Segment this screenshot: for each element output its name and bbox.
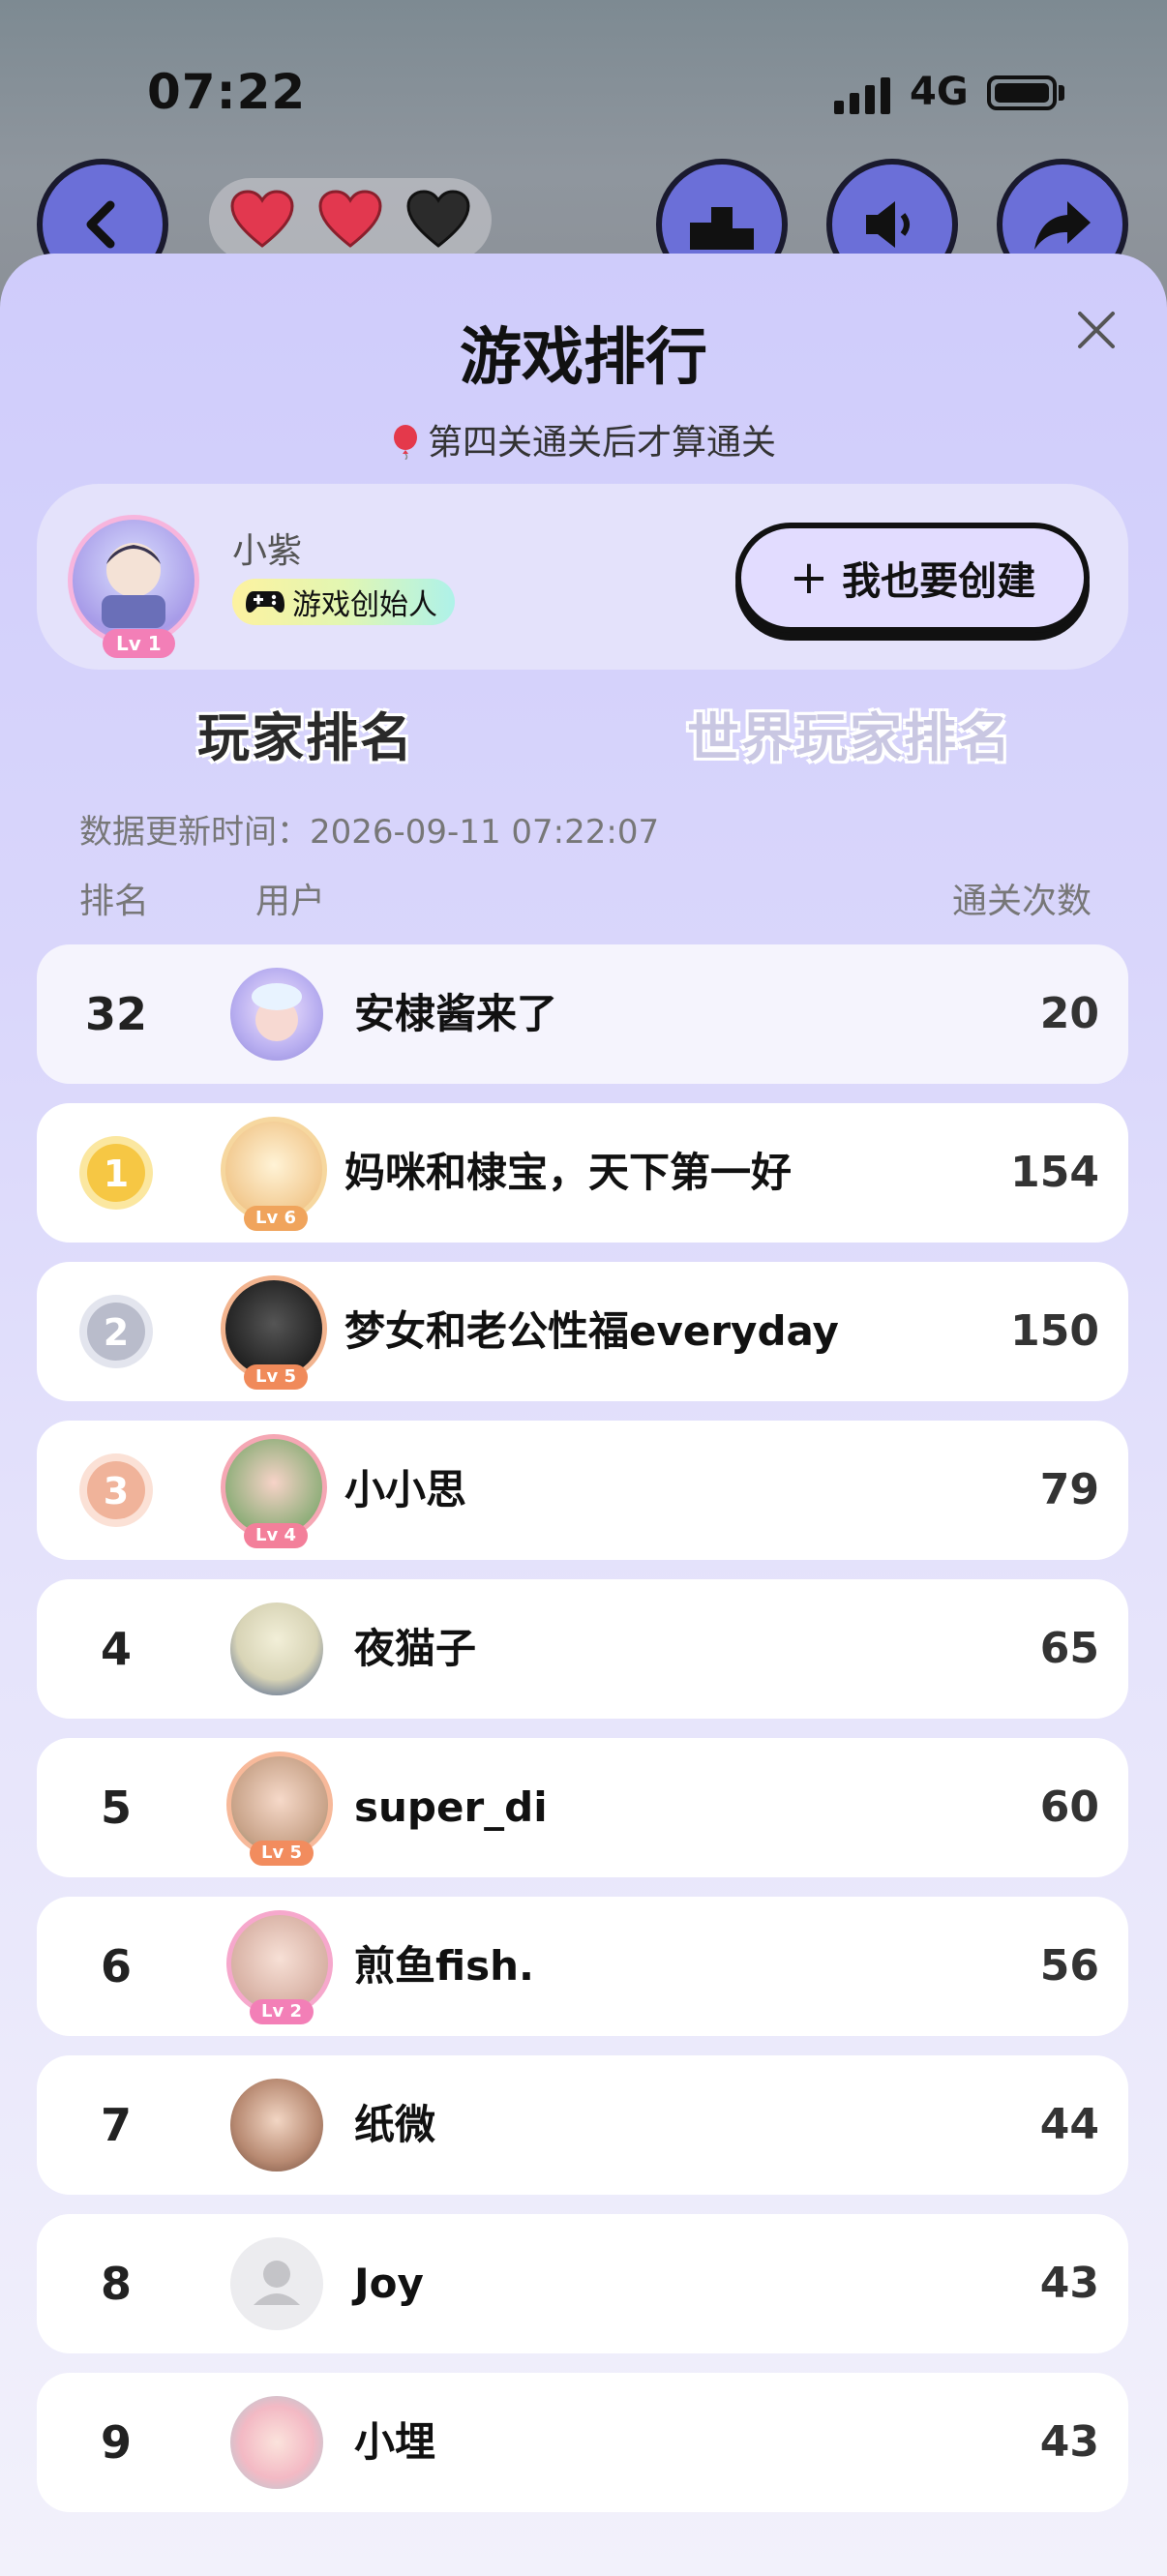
heart-full-icon xyxy=(318,190,382,248)
gold-medal-icon: 1 xyxy=(79,1136,153,1210)
user-name: 小埋 xyxy=(354,2418,436,2466)
user-name: super_di xyxy=(354,1783,548,1831)
create-button-label: 我也要创建 xyxy=(842,559,1036,604)
rank-number: 32 xyxy=(84,988,147,1040)
signal-icon xyxy=(834,75,892,114)
user-name: Joy xyxy=(354,2260,424,2307)
level-badge: Lv 5 xyxy=(244,1364,308,1390)
rank-number: 8 xyxy=(100,2258,132,2310)
podium-icon xyxy=(690,207,754,250)
avatar xyxy=(230,968,323,1061)
column-user: 用户 xyxy=(255,882,326,921)
rank-number: 9 xyxy=(100,2416,132,2469)
table-row[interactable]: 2 Lv 5 梦女和老公性福everyday 150 xyxy=(37,1262,1128,1401)
battery-icon xyxy=(987,75,1057,110)
my-rank-row[interactable]: 32 安棣酱来了 20 xyxy=(37,944,1128,1084)
balloon-icon xyxy=(393,425,417,460)
svg-text:2: 2 xyxy=(104,1311,129,1354)
user-name: 小小思 xyxy=(344,1466,467,1513)
clear-count: 44 xyxy=(1039,2100,1099,2149)
clear-count: 65 xyxy=(1039,1624,1099,1673)
avatar-image xyxy=(252,983,302,1041)
user-name: 纸微 xyxy=(354,2101,436,2148)
user-name: 妈咪和棣宝，天下第一好 xyxy=(344,1149,793,1196)
level-badge: Lv 1 xyxy=(103,629,175,658)
sheet-title: 游戏排行 xyxy=(460,322,707,394)
clear-count: 154 xyxy=(1010,1148,1099,1197)
clear-count: 60 xyxy=(1039,1782,1099,1832)
status-time: 07:22 xyxy=(147,64,307,120)
speaker-icon xyxy=(866,201,910,248)
default-user-icon xyxy=(254,2261,300,2305)
table-row[interactable]: 7 纸微 44 xyxy=(37,2055,1128,2195)
rank-number: 7 xyxy=(100,2099,132,2151)
table-row[interactable]: 4 夜猫子 65 xyxy=(37,1579,1128,1719)
avatar xyxy=(230,2396,323,2489)
column-clears: 通关次数 xyxy=(952,882,1092,921)
network-label: 4G xyxy=(910,70,969,114)
sheet-subtitle: 第四关通关后才算通关 xyxy=(0,414,1167,464)
update-time: 数据更新时间：2026-09-11 07:22:07 xyxy=(79,813,660,852)
bronze-medal-icon: 3 xyxy=(79,1453,153,1527)
rank-number: 5 xyxy=(100,1782,132,1834)
creator-avatar-image xyxy=(102,543,165,628)
table-row[interactable]: 8 Joy 43 xyxy=(37,2214,1128,2353)
clear-count: 43 xyxy=(1039,2417,1099,2467)
level-badge: Lv 4 xyxy=(244,1523,308,1548)
avatar xyxy=(230,2079,323,2172)
heart-empty-icon xyxy=(406,190,470,248)
heart-full-icon xyxy=(230,190,294,248)
lives-indicator xyxy=(209,178,492,261)
rank-number: 4 xyxy=(100,1623,132,1675)
status-bar: 07:22 4G xyxy=(0,0,1167,184)
tab-player-ranking[interactable]: 玩家排名 xyxy=(197,695,414,771)
table-row[interactable]: 3 Lv 4 小小思 79 xyxy=(37,1421,1128,1560)
silver-medal-icon: 2 xyxy=(79,1295,153,1368)
close-icon[interactable] xyxy=(1074,308,1119,352)
founder-badge: 游戏创始人 xyxy=(232,579,455,625)
level-badge: Lv 6 xyxy=(244,1206,308,1231)
table-row[interactable]: 5 Lv 5 super_di 60 xyxy=(37,1738,1128,1877)
clear-count: 79 xyxy=(1039,1465,1099,1514)
avatar[interactable] xyxy=(68,515,199,646)
svg-text:3: 3 xyxy=(104,1470,129,1513)
chevron-left-icon xyxy=(86,200,115,249)
clear-count: 43 xyxy=(1039,2259,1099,2308)
tab-world-ranking[interactable]: 世界玩家排名 xyxy=(687,695,1012,771)
user-name: 夜猫子 xyxy=(354,1625,477,1672)
founder-badge-label: 游戏创始人 xyxy=(292,588,437,622)
level-badge: Lv 5 xyxy=(250,1841,314,1866)
clear-count: 20 xyxy=(1039,989,1099,1038)
user-name: 安棣酱来了 xyxy=(354,990,558,1037)
table-row[interactable]: 9 小埋 43 xyxy=(37,2373,1128,2512)
rank-number: 6 xyxy=(100,1940,132,1992)
plus-icon: + xyxy=(789,551,829,605)
svg-text:1: 1 xyxy=(104,1153,129,1195)
user-name: 煎鱼fish. xyxy=(354,1942,534,1990)
create-game-button[interactable]: + 我也要创建 xyxy=(735,523,1090,633)
subtitle-text: 第四关通关后才算通关 xyxy=(427,423,776,463)
avatar xyxy=(230,2237,323,2330)
creator-name: 小紫 xyxy=(232,531,303,571)
clear-count: 150 xyxy=(1010,1306,1099,1356)
level-badge: Lv 2 xyxy=(250,1999,314,2024)
gamepad-icon xyxy=(246,591,284,613)
battery-tip xyxy=(1059,85,1064,101)
clear-count: 56 xyxy=(1039,1941,1099,1991)
column-rank: 排名 xyxy=(79,882,150,921)
avatar xyxy=(230,1603,323,1695)
table-row[interactable]: 1 Lv 6 妈咪和棣宝，天下第一好 154 xyxy=(37,1103,1128,1243)
user-name: 梦女和老公性福everyday xyxy=(344,1307,839,1355)
share-arrow-icon xyxy=(1034,201,1091,250)
table-row[interactable]: 6 Lv 2 煎鱼fish. 56 xyxy=(37,1897,1128,2036)
